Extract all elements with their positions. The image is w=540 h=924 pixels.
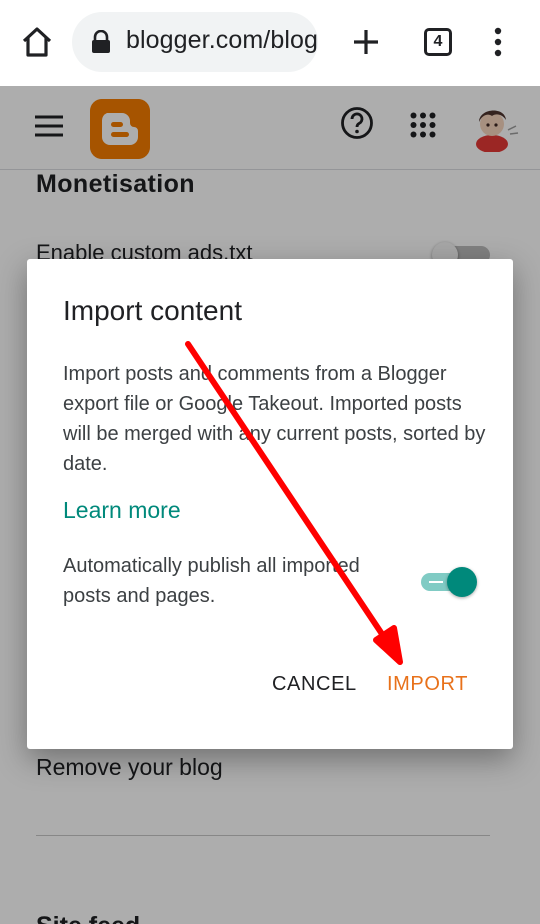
import-content-dialog: Import content Import posts and comments… (27, 259, 513, 749)
dialog-description: Import posts and comments from a Blogger… (63, 363, 486, 475)
auto-publish-toggle[interactable] (421, 565, 479, 599)
switch-on-mark (429, 581, 443, 583)
tab-count: 4 (433, 33, 443, 50)
switch-thumb (447, 567, 477, 597)
url-text: blogger.com/blog (126, 26, 318, 54)
dialog-title: Import content (63, 295, 242, 326)
browser-toolbar: blogger.com/blog 4 (0, 0, 540, 86)
import-button[interactable]: IMPORT (387, 673, 468, 696)
cancel-button[interactable]: CANCEL (272, 673, 357, 696)
more-vert-icon[interactable] (488, 27, 508, 57)
address-bar[interactable]: blogger.com/blog (72, 12, 318, 72)
home-icon[interactable] (20, 25, 54, 59)
learn-more-link[interactable]: Learn more (63, 497, 181, 524)
lock-icon (92, 30, 110, 53)
tab-switcher-button[interactable]: 4 (424, 28, 452, 56)
new-tab-icon[interactable] (350, 26, 382, 58)
auto-publish-label: Automatically publish all imported posts… (63, 555, 360, 607)
